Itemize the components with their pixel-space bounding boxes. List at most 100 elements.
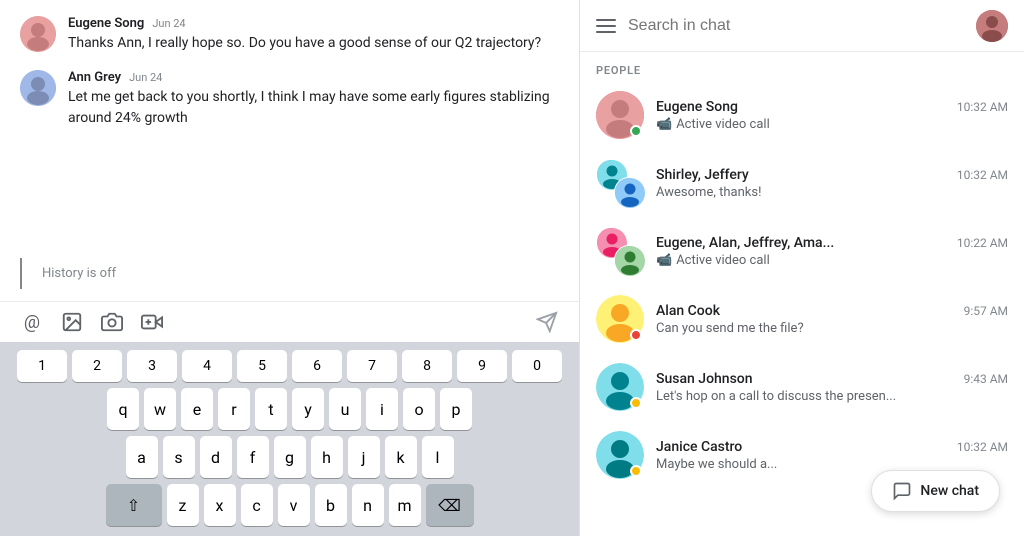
message-row: Eugene Song Jun 24 Thanks Ann, I really … — [20, 16, 559, 54]
chat-info: Shirley, Jeffery 10:32 AM Awesome, thank… — [656, 167, 1008, 200]
chat-item-alan[interactable]: Alan Cook 9:57 AM Can you send me the fi… — [580, 285, 1024, 353]
key-s[interactable]: s — [163, 436, 195, 478]
chat-name-row: Eugene Song 10:32 AM — [656, 99, 1008, 115]
key-p[interactable]: p — [440, 388, 472, 430]
key-o[interactable]: o — [403, 388, 435, 430]
section-label: PEOPLE — [580, 52, 1024, 81]
keyboard-row-1: q w e r t y u i o p — [4, 388, 575, 430]
status-dot-green — [630, 125, 642, 137]
key-7[interactable]: 7 — [347, 350, 397, 382]
video-call-icon: 📹 — [656, 253, 672, 268]
chat-name-row: Susan Johnson 9:43 AM — [656, 371, 1008, 387]
chat-item-group[interactable]: Eugene, Alan, Jeffrey, Ama... 10:22 AM 📹… — [580, 217, 1024, 285]
keyboard: 1 2 3 4 5 6 7 8 9 0 q w e r t y u i o p … — [0, 342, 579, 536]
backspace-key[interactable]: ⌫ — [426, 484, 474, 526]
hamburger-icon[interactable] — [596, 19, 616, 33]
new-chat-button[interactable]: New chat — [871, 470, 1000, 512]
key-y[interactable]: y — [292, 388, 324, 430]
history-notice: History is off — [20, 258, 559, 289]
search-input[interactable] — [628, 17, 964, 35]
key-v[interactable]: v — [278, 484, 310, 526]
key-2[interactable]: 2 — [72, 350, 122, 382]
sender-name: Eugene Song — [68, 16, 144, 31]
hamburger-line-2 — [596, 25, 616, 27]
input-toolbar: @ — [0, 301, 579, 342]
chat-messages: Eugene Song Jun 24 Thanks Ann, I really … — [0, 0, 579, 258]
key-f[interactable]: f — [237, 436, 269, 478]
key-l[interactable]: l — [422, 436, 454, 478]
key-r[interactable]: r — [218, 388, 250, 430]
message-text: Let me get back to you shortly, I think … — [68, 87, 559, 129]
chat-time: 9:57 AM — [964, 304, 1008, 318]
key-k[interactable]: k — [385, 436, 417, 478]
chat-time: 10:32 AM — [957, 100, 1008, 114]
key-w[interactable]: w — [144, 388, 176, 430]
new-chat-icon — [892, 481, 912, 501]
key-i[interactable]: i — [366, 388, 398, 430]
multi-avatar-group — [596, 227, 644, 275]
message-text: Thanks Ann, I really hope so. Do you hav… — [68, 33, 559, 54]
key-4[interactable]: 4 — [182, 350, 232, 382]
right-panel: PEOPLE Eugene Song 10:32 AM — [580, 0, 1024, 536]
key-1[interactable]: 1 — [17, 350, 67, 382]
key-u[interactable]: u — [329, 388, 361, 430]
key-5[interactable]: 5 — [237, 350, 287, 382]
shift-key[interactable]: ⇧ — [106, 484, 162, 526]
key-g[interactable]: g — [274, 436, 306, 478]
keyboard-row-2: a s d f g h j k l — [4, 436, 575, 478]
key-a[interactable]: a — [126, 436, 158, 478]
key-z[interactable]: z — [167, 484, 199, 526]
image-icon[interactable] — [60, 310, 84, 334]
chat-item-shirley-jeffery[interactable]: Shirley, Jeffery 10:32 AM Awesome, thank… — [580, 149, 1024, 217]
message-date: Jun 24 — [152, 17, 185, 30]
key-q[interactable]: q — [107, 388, 139, 430]
hamburger-line-3 — [596, 31, 616, 33]
video-add-icon[interactable] — [140, 310, 164, 334]
key-3[interactable]: 3 — [127, 350, 177, 382]
chat-info: Eugene Song 10:32 AM 📹 Active video call — [656, 99, 1008, 132]
chat-info: Janice Castro 10:32 AM Maybe we should a… — [656, 439, 1008, 472]
chat-name-row: Shirley, Jeffery 10:32 AM — [656, 167, 1008, 183]
key-m[interactable]: m — [389, 484, 421, 526]
chat-time: 10:22 AM — [957, 236, 1008, 250]
key-c[interactable]: c — [241, 484, 273, 526]
chat-info: Alan Cook 9:57 AM Can you send me the fi… — [656, 303, 1008, 336]
multi-avatar — [596, 159, 644, 207]
message-content: Ann Grey Jun 24 Let me get back to you s… — [68, 70, 559, 129]
chat-preview: Can you send me the file? — [656, 321, 1008, 336]
key-h[interactable]: h — [311, 436, 343, 478]
key-n[interactable]: n — [352, 484, 384, 526]
key-8[interactable]: 8 — [402, 350, 452, 382]
key-e[interactable]: e — [181, 388, 213, 430]
mention-icon[interactable]: @ — [20, 310, 44, 334]
chat-item-susan[interactable]: Susan Johnson 9:43 AM Let's hop on a cal… — [580, 353, 1024, 421]
status-dot-red — [630, 329, 642, 341]
message-content: Eugene Song Jun 24 Thanks Ann, I really … — [68, 16, 559, 54]
key-9[interactable]: 9 — [457, 350, 507, 382]
chat-name-row: Janice Castro 10:32 AM — [656, 439, 1008, 455]
key-x[interactable]: x — [204, 484, 236, 526]
message-header: Ann Grey Jun 24 — [68, 70, 559, 85]
send-icon[interactable] — [535, 310, 559, 334]
key-6[interactable]: 6 — [292, 350, 342, 382]
key-b[interactable]: b — [315, 484, 347, 526]
sender-name: Ann Grey — [68, 70, 121, 85]
avatar — [20, 70, 56, 106]
key-j[interactable]: j — [348, 436, 380, 478]
chat-name: Eugene Song — [656, 99, 738, 115]
chat-name: Eugene, Alan, Jeffrey, Ama... — [656, 235, 834, 251]
status-dot-yellow-j — [630, 465, 642, 477]
keyboard-row-3: ⇧ z x c v b n m ⌫ — [4, 484, 575, 526]
message-row: Ann Grey Jun 24 Let me get back to you s… — [20, 70, 559, 129]
chat-list: Eugene Song 10:32 AM 📹 Active video call — [580, 81, 1024, 536]
key-d[interactable]: d — [200, 436, 232, 478]
chat-name-row: Alan Cook 9:57 AM — [656, 303, 1008, 319]
left-panel: Eugene Song Jun 24 Thanks Ann, I really … — [0, 0, 580, 536]
key-t[interactable]: t — [255, 388, 287, 430]
camera-icon[interactable] — [100, 310, 124, 334]
chat-preview: 📹 Active video call — [656, 117, 1008, 132]
chat-item-eugene[interactable]: Eugene Song 10:32 AM 📹 Active video call — [580, 81, 1024, 149]
key-0[interactable]: 0 — [512, 350, 562, 382]
profile-avatar[interactable] — [976, 10, 1008, 42]
search-bar — [580, 0, 1024, 52]
